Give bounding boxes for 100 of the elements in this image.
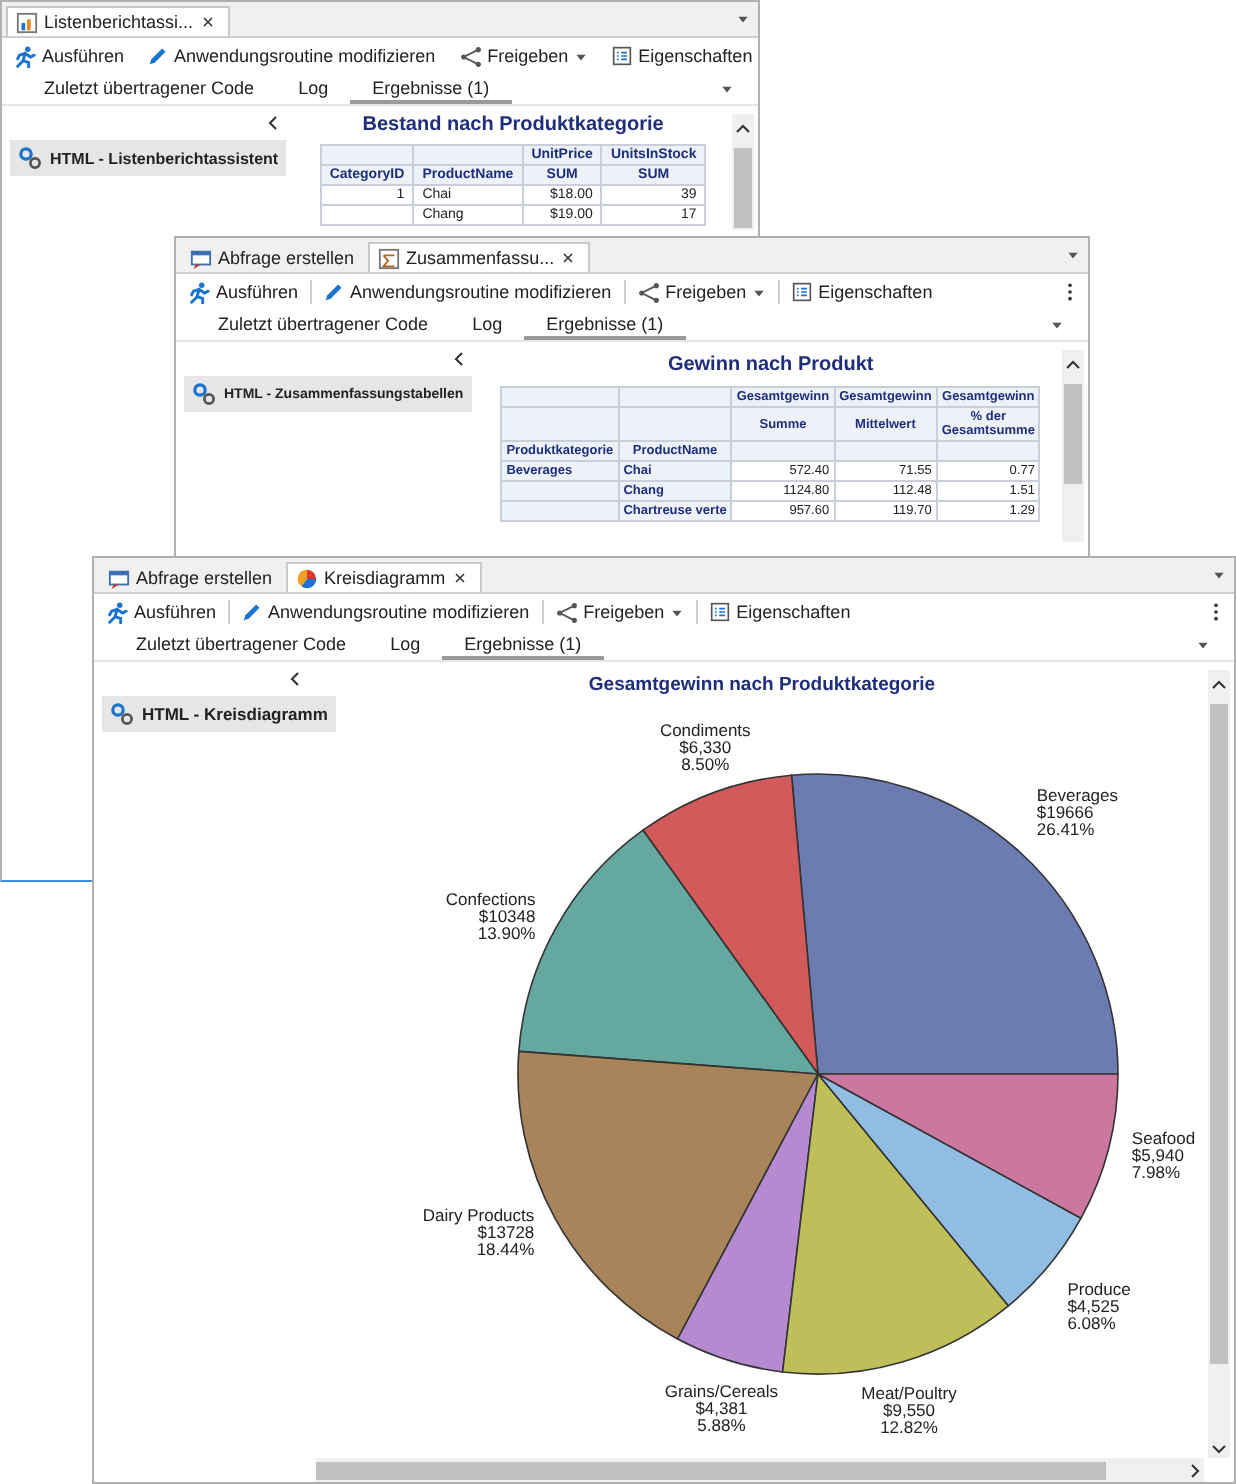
scroll-up-icon <box>1210 676 1228 694</box>
tab[interactable]: Ergebnisse (1) <box>442 630 604 660</box>
dropdown-caret-icon <box>736 12 750 26</box>
amount-label: $5,940 <box>1131 1145 1184 1166</box>
close-icon <box>560 250 577 266</box>
percent-label: 12.82% <box>880 1416 938 1437</box>
scroll-up-icon <box>734 120 752 138</box>
collapse-chevron-icon <box>264 114 283 132</box>
scrollbar-thumb[interactable] <box>734 148 752 228</box>
report-title: Gesamtgewinn nach Produktkategorie <box>588 674 936 696</box>
tab[interactable]: Kreisdiagramm <box>286 562 482 592</box>
toolbar-button[interactable]: Freigeben <box>551 601 689 623</box>
pencil-icon <box>324 282 345 302</box>
caret-icon <box>752 285 767 299</box>
dropdown-caret-icon <box>1050 318 1064 332</box>
tab[interactable]: Zuletzt übertragener Code <box>22 74 277 104</box>
tab[interactable]: Log <box>368 630 443 660</box>
sidebar-item[interactable]: HTML - Listenberichtassistent <box>10 140 287 176</box>
scrollbar[interactable] <box>316 1458 1204 1482</box>
list-report-icon <box>16 11 38 33</box>
tab[interactable]: Abfrage erstellen <box>180 242 369 272</box>
gears-icon <box>192 382 216 406</box>
tab[interactable]: Zusammenfassu... <box>368 242 591 272</box>
amount-label: $4,525 <box>1067 1295 1120 1316</box>
category-label: Produce <box>1067 1278 1131 1299</box>
running-figure-icon <box>14 45 36 67</box>
tab[interactable]: Ergebnisse (1) <box>524 310 686 340</box>
amount-label: $19666 <box>1036 802 1094 822</box>
percent-label: 7.98% <box>1131 1162 1181 1183</box>
properties-icon <box>710 602 731 622</box>
toolbar-button[interactable]: Freigeben <box>455 45 593 67</box>
dropdown-caret-icon <box>720 82 734 96</box>
caret-icon <box>574 49 589 63</box>
close-icon <box>199 14 216 30</box>
properties-icon <box>792 282 813 302</box>
amount-label: $9,550 <box>883 1399 935 1420</box>
query-icon <box>108 567 130 589</box>
close-icon <box>451 570 468 586</box>
percent-label: 6.08% <box>1067 1312 1116 1333</box>
percent-label: 18.44% <box>476 1238 535 1259</box>
toolbar-button[interactable]: Ausführen <box>10 45 129 67</box>
scrollbar[interactable] <box>1062 350 1084 542</box>
tab[interactable]: Abfrage erstellen <box>98 562 287 592</box>
percent-label: 5.88% <box>697 1415 746 1436</box>
percent-label: 8.50% <box>681 754 730 775</box>
properties-icon <box>612 46 633 66</box>
gears-icon <box>110 702 134 726</box>
tab[interactable]: Log <box>276 74 351 104</box>
toolbar-button[interactable]: Freigeben <box>633 281 771 303</box>
summary-table-icon <box>378 247 401 269</box>
running-figure-icon <box>106 601 128 623</box>
category-label: Beverages <box>1036 785 1119 805</box>
toolbar-button[interactable]: Ausführen <box>102 601 221 623</box>
scrollbar-thumb[interactable] <box>316 1461 1106 1479</box>
running-figure-icon <box>188 281 210 303</box>
report-title: Gewinn nach Produkt <box>667 354 874 376</box>
share-icon <box>637 281 660 303</box>
collapse-chevron-icon <box>286 670 304 688</box>
collapse-chevron-icon <box>449 350 468 368</box>
tab[interactable]: Log <box>450 310 525 340</box>
query-icon <box>190 247 212 269</box>
category-label: Seafood <box>1131 1128 1196 1149</box>
percent-label: 13.90% <box>477 923 536 944</box>
scroll-up-icon <box>1064 356 1082 374</box>
amount-label: $13728 <box>477 1221 535 1242</box>
pencil-icon <box>242 602 263 622</box>
toolbar-button[interactable]: Anwendungsroutine modifizieren <box>144 46 440 66</box>
scrollbar-thumb[interactable] <box>1210 704 1228 1364</box>
dropdown-caret-icon <box>1212 568 1226 582</box>
toolbar-button[interactable]: Eigenschaften <box>706 602 855 622</box>
pie-chart-icon <box>296 567 319 589</box>
toolbar-button[interactable]: Anwendungsroutine modifizieren <box>320 282 616 302</box>
toolbar-button[interactable]: Anwendungsroutine modifizieren <box>238 602 534 622</box>
toolbar-button[interactable]: Eigenschaften <box>788 282 937 302</box>
toolbar-button[interactable]: Ausführen <box>184 281 303 303</box>
tab[interactable]: Zuletzt übertragener Code <box>196 310 451 340</box>
dropdown-caret-icon <box>1196 638 1210 652</box>
pencil-icon <box>148 46 169 66</box>
tab[interactable]: Listenberichtassi... <box>6 6 230 36</box>
dropdown-caret-icon <box>1066 248 1080 262</box>
category-label: Grains/Cereals <box>664 1381 779 1402</box>
sidebar-item[interactable]: HTML - Kreisdiagramm <box>102 696 336 732</box>
scrollbar[interactable] <box>1208 670 1230 1458</box>
tab[interactable]: Ergebnisse (1) <box>350 74 512 104</box>
amount-label: $6,330 <box>679 737 732 758</box>
report-title: Bestand nach Produktkategorie <box>362 114 664 136</box>
share-icon <box>555 601 578 623</box>
scrollbar-thumb[interactable] <box>1064 384 1082 484</box>
toolbar-button[interactable]: Eigenschaften <box>608 46 757 66</box>
category-label: Meat/Poultry <box>861 1382 957 1403</box>
amount-label: $4,381 <box>695 1398 748 1419</box>
scrollbar[interactable] <box>732 114 754 230</box>
category-label: Confections <box>445 889 536 910</box>
percent-label: 26.41% <box>1036 819 1095 839</box>
share-icon <box>459 45 482 67</box>
gears-icon <box>18 146 42 170</box>
tab[interactable]: Zuletzt übertragener Code <box>114 630 369 660</box>
category-label: Dairy Products <box>422 1204 535 1225</box>
caret-icon <box>670 605 685 619</box>
category-label: Condiments <box>659 720 751 741</box>
